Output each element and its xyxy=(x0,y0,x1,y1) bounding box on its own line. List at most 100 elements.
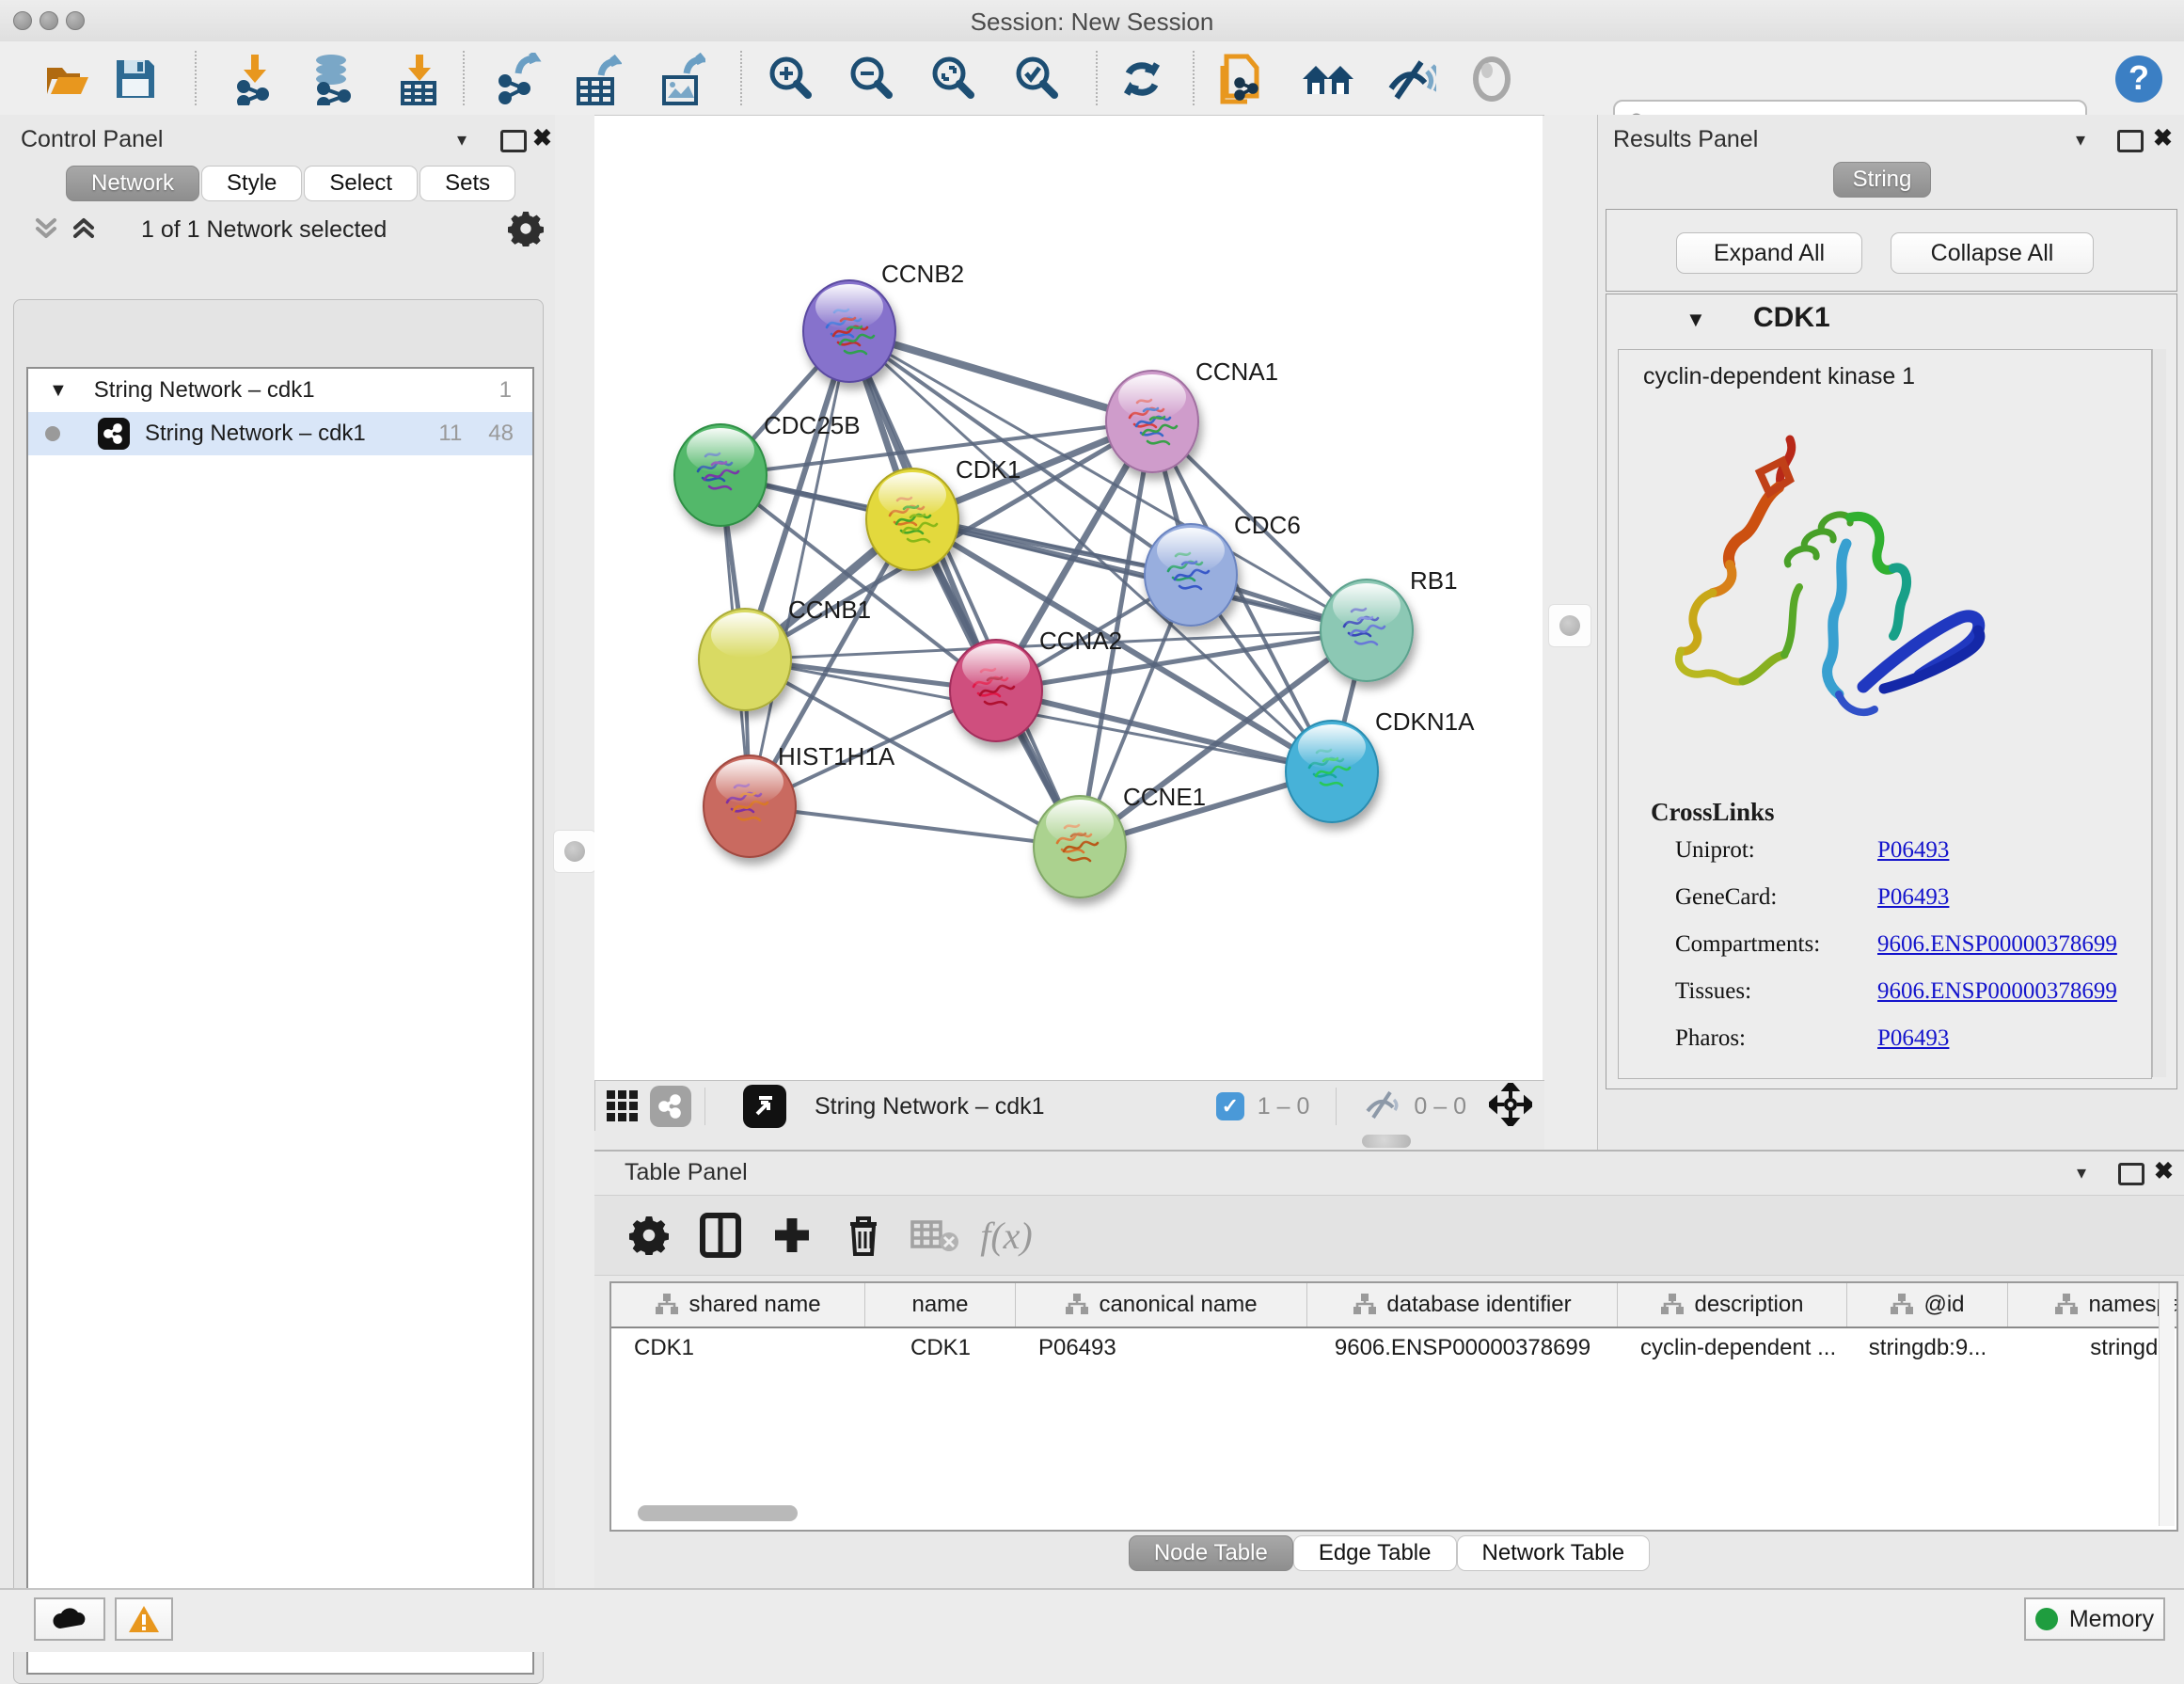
control-panel-collapse-icon[interactable]: ▾ xyxy=(457,128,467,151)
tab-node-table[interactable]: Node Table xyxy=(1129,1535,1293,1571)
network-tree-child-row[interactable]: String Network – cdk1 11 48 xyxy=(28,412,532,455)
fit-content-crosshair-icon[interactable] xyxy=(1489,1083,1532,1131)
right-splitter-handle[interactable] xyxy=(1548,604,1591,647)
import-network-database-icon[interactable] xyxy=(307,53,359,105)
show-columns-icon[interactable] xyxy=(685,1205,756,1265)
expand-all-networks-icon[interactable] xyxy=(70,214,98,247)
control-panel-float-icon[interactable] xyxy=(500,130,527,152)
results-panel-close-icon[interactable]: ✖ xyxy=(2153,124,2173,152)
cell-canonical-name[interactable]: P06493 xyxy=(1016,1335,1307,1361)
node-RB1[interactable]: RB1 xyxy=(1321,566,1458,681)
crosslink-link[interactable]: P06493 xyxy=(1877,837,1949,864)
help-icon[interactable]: ? xyxy=(2113,53,2165,105)
grid-view-icon[interactable] xyxy=(595,1080,650,1133)
table-panel-collapse-icon[interactable]: ▾ xyxy=(2077,1161,2086,1184)
birds-eye-view-icon[interactable] xyxy=(743,1085,786,1128)
network-canvas[interactable]: CCNB2CCNA1CDC25BCDK1CDC6RB1CCNB1CCNA2CDK… xyxy=(594,115,1543,1081)
home-icon[interactable] xyxy=(1301,53,1353,105)
node-CCNA2[interactable]: CCNA2 xyxy=(950,627,1122,741)
left-splitter-handle[interactable] xyxy=(553,830,596,873)
delete-table-icon[interactable] xyxy=(899,1205,971,1265)
warnings-button[interactable] xyxy=(115,1597,173,1641)
node-CDKN1A[interactable]: CDKN1A xyxy=(1286,707,1475,822)
add-column-icon[interactable] xyxy=(756,1205,828,1265)
node-CCNE1[interactable]: CCNE1 xyxy=(1034,783,1206,898)
network-share-view-icon[interactable] xyxy=(650,1086,691,1127)
node-HIST1H1A[interactable]: HIST1H1A xyxy=(704,742,895,857)
tab-network-table[interactable]: Network Table xyxy=(1457,1535,1651,1571)
control-tab-sets[interactable]: Sets xyxy=(419,166,515,201)
memory-button[interactable]: Memory xyxy=(2024,1597,2165,1641)
node-CCNB1[interactable]: CCNB1 xyxy=(699,596,871,710)
hide-selected-icon[interactable] xyxy=(1384,53,1436,105)
cell-name[interactable]: CDK1 xyxy=(865,1335,1016,1361)
column-header-name[interactable]: name xyxy=(865,1283,1016,1327)
tab-string[interactable]: String xyxy=(1833,162,1931,198)
function-builder-icon[interactable]: f(x) xyxy=(971,1205,1042,1265)
results-panel-float-icon[interactable] xyxy=(2117,130,2144,152)
network-tree-root-row[interactable]: ▼ String Network – cdk1 1 xyxy=(28,369,532,412)
column-header--id[interactable]: @id xyxy=(1847,1283,2008,1327)
network-options-gear-icon[interactable] xyxy=(508,211,544,251)
cell--id[interactable]: stringdb:9... xyxy=(1847,1335,2008,1361)
node-table[interactable]: shared namenamecanonical namedatabase id… xyxy=(609,1281,2178,1532)
show-preview-icon[interactable] xyxy=(1465,53,1518,105)
open-session-icon[interactable] xyxy=(41,53,94,105)
cloud-button[interactable] xyxy=(34,1597,105,1641)
protein-structure-image[interactable] xyxy=(1647,406,2023,769)
table-horizontal-scrollbar[interactable] xyxy=(638,1505,798,1521)
table-panel-close-icon[interactable]: ✖ xyxy=(2154,1157,2174,1185)
export-table-icon[interactable] xyxy=(571,53,624,105)
export-network-icon[interactable] xyxy=(492,53,545,105)
table-panel-float-icon[interactable] xyxy=(2118,1163,2144,1185)
hidden-eye-icon[interactable] xyxy=(1363,1088,1401,1125)
results-scrollbar[interactable] xyxy=(2152,349,2166,1077)
right-splitter[interactable] xyxy=(1544,115,1599,1150)
control-tab-select[interactable]: Select xyxy=(304,166,418,201)
collapse-all-button[interactable]: Collapse All xyxy=(1891,232,2094,274)
export-image-icon[interactable] xyxy=(655,53,707,105)
crosslink-link[interactable]: P06493 xyxy=(1877,1025,1949,1052)
section-collapse-icon[interactable]: ▼ xyxy=(1685,308,1706,332)
column-header-shared-name[interactable]: shared name xyxy=(611,1283,865,1327)
control-tab-network[interactable]: Network xyxy=(66,166,199,201)
left-splitter[interactable] xyxy=(555,115,594,1588)
column-header-database-identifier[interactable]: database identifier xyxy=(1307,1283,1618,1327)
expand-all-button[interactable]: Expand All xyxy=(1676,232,1862,274)
column-header-canonical-name[interactable]: canonical name xyxy=(1016,1283,1307,1327)
tab-edge-table[interactable]: Edge Table xyxy=(1293,1535,1457,1571)
crosslink-link[interactable]: 9606.ENSP00000378699 xyxy=(1877,931,2117,958)
delete-column-icon[interactable] xyxy=(828,1205,899,1265)
column-header-namespace[interactable]: namespace xyxy=(2008,1283,2178,1327)
control-tab-style[interactable]: Style xyxy=(201,166,302,201)
table-row[interactable]: CDK1CDK1P064939606.ENSP00000378699cyclin… xyxy=(611,1328,2176,1368)
collapse-all-networks-icon[interactable] xyxy=(32,214,60,247)
import-network-file-icon[interactable] xyxy=(229,53,281,105)
refresh-icon[interactable] xyxy=(1116,53,1168,105)
node-CCNB2[interactable]: CCNB2 xyxy=(803,260,964,382)
cell-description[interactable]: cyclin-dependent ... xyxy=(1618,1335,1847,1361)
import-table-file-icon[interactable] xyxy=(393,53,446,105)
node-CCNA1[interactable]: CCNA1 xyxy=(1106,357,1278,472)
zoom-selected-icon[interactable] xyxy=(1010,53,1063,105)
save-session-icon[interactable] xyxy=(109,53,162,105)
horizontal-splitter-handle[interactable] xyxy=(1362,1135,1411,1148)
edge-HIST1H1A-CCNE1[interactable] xyxy=(750,806,1080,847)
open-session-file-icon[interactable] xyxy=(1217,53,1270,105)
cell-shared-name[interactable]: CDK1 xyxy=(611,1335,865,1361)
column-header-description[interactable]: description xyxy=(1618,1283,1847,1327)
zoom-fit-icon[interactable] xyxy=(926,53,979,105)
selected-nodes-checkbox[interactable]: ✓ xyxy=(1216,1092,1244,1120)
cell-namespace[interactable]: stringdb xyxy=(2008,1335,2178,1361)
control-panel-close-icon[interactable]: ✖ xyxy=(532,124,552,152)
cell-database-identifier[interactable]: 9606.ENSP00000378699 xyxy=(1307,1335,1618,1361)
table-vertical-scrollbar[interactable] xyxy=(2159,1283,2175,1526)
zoom-in-icon[interactable] xyxy=(764,53,816,105)
crosslink-link[interactable]: P06493 xyxy=(1877,884,1949,911)
tree-expand-icon[interactable]: ▼ xyxy=(49,380,68,402)
edge-CCNB2-HIST1H1A[interactable] xyxy=(750,331,849,806)
zoom-out-icon[interactable] xyxy=(845,53,897,105)
table-settings-gear-icon[interactable] xyxy=(613,1205,685,1265)
crosslink-link[interactable]: 9606.ENSP00000378699 xyxy=(1877,978,2117,1005)
results-panel-collapse-icon[interactable]: ▾ xyxy=(2076,128,2085,151)
